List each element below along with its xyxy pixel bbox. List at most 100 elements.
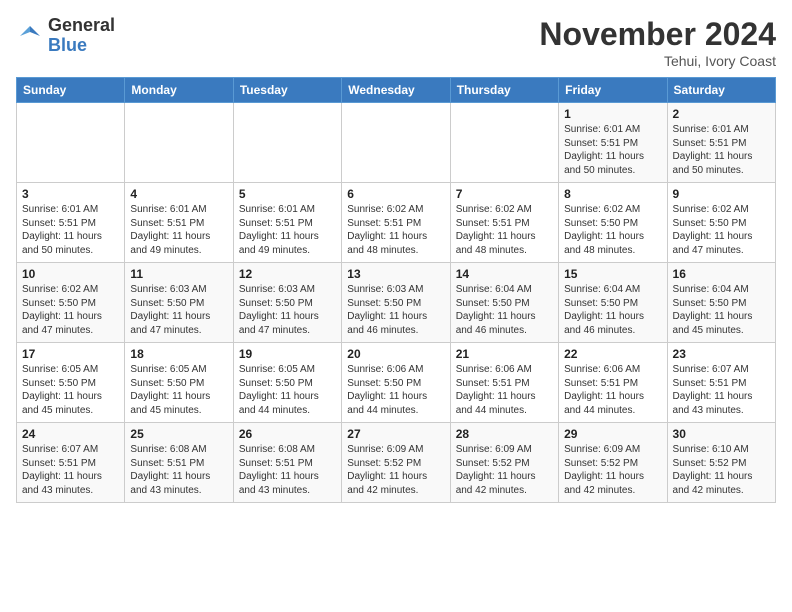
calendar-day-cell: 27 Sunrise: 6:09 AM Sunset: 5:52 PM Dayli… (342, 423, 450, 503)
calendar-day-cell (17, 103, 125, 183)
day-info: Sunrise: 6:02 AM Sunset: 5:50 PM Dayligh… (22, 283, 119, 337)
calendar-day-cell: 11 Sunrise: 6:03 AM Sunset: 5:50 PM Dayli… (125, 263, 233, 343)
calendar-day-cell (125, 103, 233, 183)
day-info: Sunrise: 6:03 AM Sunset: 5:50 PM Dayligh… (347, 283, 444, 337)
day-number: 21 (456, 347, 553, 361)
day-number: 25 (130, 427, 227, 441)
day-number: 16 (673, 267, 770, 281)
logo-icon (16, 22, 44, 50)
day-number: 4 (130, 187, 227, 201)
calendar-day-cell: 16 Sunrise: 6:04 AM Sunset: 5:50 PM Dayli… (667, 263, 775, 343)
day-info: Sunrise: 6:08 AM Sunset: 5:51 PM Dayligh… (239, 443, 336, 497)
calendar-week-row: 17Sunrise: 6:05 AM Sunset: 5:50 PM Dayli… (17, 343, 776, 423)
title-block: November 2024 Tehui, Ivory Coast (539, 16, 776, 69)
calendar-day-cell: 29 Sunrise: 6:09 AM Sunset: 5:52 PM Dayli… (559, 423, 667, 503)
calendar-day-cell: 26 Sunrise: 6:08 AM Sunset: 5:51 PM Dayli… (233, 423, 341, 503)
day-info: Sunrise: 6:06 AM Sunset: 5:51 PM Dayligh… (564, 363, 661, 417)
logo: General Blue (16, 16, 115, 56)
day-info: Sunrise: 6:01 AM Sunset: 5:51 PM Dayligh… (130, 203, 227, 257)
day-info: Sunrise: 6:01 AM Sunset: 5:51 PM Dayligh… (239, 203, 336, 257)
calendar-day-cell: 5 Sunrise: 6:01 AM Sunset: 5:51 PM Daylig… (233, 183, 341, 263)
calendar-day-cell (342, 103, 450, 183)
calendar-week-row: 3 Sunrise: 6:01 AM Sunset: 5:51 PM Daylig… (17, 183, 776, 263)
location: Tehui, Ivory Coast (539, 53, 776, 69)
day-info: Sunrise: 6:06 AM Sunset: 5:50 PM Dayligh… (347, 363, 444, 417)
calendar-day-cell: 28Sunrise: 6:09 AM Sunset: 5:52 PM Dayli… (450, 423, 558, 503)
day-number: 9 (673, 187, 770, 201)
calendar-day-cell: 8 Sunrise: 6:02 AM Sunset: 5:50 PM Daylig… (559, 183, 667, 263)
day-info: Sunrise: 6:02 AM Sunset: 5:50 PM Dayligh… (564, 203, 661, 257)
day-number: 24 (22, 427, 119, 441)
day-number: 3 (22, 187, 119, 201)
day-info: Sunrise: 6:03 AM Sunset: 5:50 PM Dayligh… (239, 283, 336, 337)
day-info: Sunrise: 6:02 AM Sunset: 5:51 PM Dayligh… (456, 203, 553, 257)
calendar-day-cell: 1 Sunrise: 6:01 AM Sunset: 5:51 PM Daylig… (559, 103, 667, 183)
weekday-header: Thursday (450, 78, 558, 103)
day-info: Sunrise: 6:02 AM Sunset: 5:50 PM Dayligh… (673, 203, 770, 257)
day-info: Sunrise: 6:01 AM Sunset: 5:51 PM Dayligh… (564, 123, 661, 177)
calendar-day-cell: 19 Sunrise: 6:05 AM Sunset: 5:50 PM Dayli… (233, 343, 341, 423)
logo-general: General (48, 16, 115, 36)
calendar-day-cell: 18 Sunrise: 6:05 AM Sunset: 5:50 PM Dayli… (125, 343, 233, 423)
calendar-day-cell: 17Sunrise: 6:05 AM Sunset: 5:50 PM Dayli… (17, 343, 125, 423)
day-info: Sunrise: 6:04 AM Sunset: 5:50 PM Dayligh… (673, 283, 770, 337)
logo-text: General Blue (48, 16, 115, 56)
calendar-day-cell: 21 Sunrise: 6:06 AM Sunset: 5:51 PM Dayli… (450, 343, 558, 423)
day-number: 5 (239, 187, 336, 201)
weekday-header: Sunday (17, 78, 125, 103)
day-number: 30 (673, 427, 770, 441)
calendar-day-cell: 20 Sunrise: 6:06 AM Sunset: 5:50 PM Dayli… (342, 343, 450, 423)
day-number: 12 (239, 267, 336, 281)
day-number: 29 (564, 427, 661, 441)
day-info: Sunrise: 6:09 AM Sunset: 5:52 PM Dayligh… (347, 443, 444, 497)
weekday-header: Monday (125, 78, 233, 103)
day-info: Sunrise: 6:05 AM Sunset: 5:50 PM Dayligh… (239, 363, 336, 417)
weekday-header: Saturday (667, 78, 775, 103)
calendar-day-cell: 4 Sunrise: 6:01 AM Sunset: 5:51 PM Daylig… (125, 183, 233, 263)
calendar-day-cell: 12 Sunrise: 6:03 AM Sunset: 5:50 PM Dayli… (233, 263, 341, 343)
day-info: Sunrise: 6:01 AM Sunset: 5:51 PM Dayligh… (673, 123, 770, 177)
calendar-day-cell (233, 103, 341, 183)
day-number: 19 (239, 347, 336, 361)
day-number: 22 (564, 347, 661, 361)
calendar-day-cell: 22 Sunrise: 6:06 AM Sunset: 5:51 PM Dayli… (559, 343, 667, 423)
day-number: 23 (673, 347, 770, 361)
day-number: 8 (564, 187, 661, 201)
day-number: 10 (22, 267, 119, 281)
weekday-header: Wednesday (342, 78, 450, 103)
calendar-week-row: 10 Sunrise: 6:02 AM Sunset: 5:50 PM Dayli… (17, 263, 776, 343)
day-number: 2 (673, 107, 770, 121)
day-number: 18 (130, 347, 227, 361)
calendar-day-cell: 14Sunrise: 6:04 AM Sunset: 5:50 PM Dayli… (450, 263, 558, 343)
calendar-day-cell: 15Sunrise: 6:04 AM Sunset: 5:50 PM Dayli… (559, 263, 667, 343)
day-number: 7 (456, 187, 553, 201)
calendar-day-cell: 9 Sunrise: 6:02 AM Sunset: 5:50 PM Daylig… (667, 183, 775, 263)
day-number: 1 (564, 107, 661, 121)
calendar-day-cell (450, 103, 558, 183)
month-title: November 2024 (539, 16, 776, 53)
calendar-day-cell: 3 Sunrise: 6:01 AM Sunset: 5:51 PM Daylig… (17, 183, 125, 263)
day-info: Sunrise: 6:10 AM Sunset: 5:52 PM Dayligh… (673, 443, 770, 497)
day-info: Sunrise: 6:05 AM Sunset: 5:50 PM Dayligh… (130, 363, 227, 417)
calendar-day-cell: 10 Sunrise: 6:02 AM Sunset: 5:50 PM Dayli… (17, 263, 125, 343)
day-info: Sunrise: 6:06 AM Sunset: 5:51 PM Dayligh… (456, 363, 553, 417)
day-info: Sunrise: 6:09 AM Sunset: 5:52 PM Dayligh… (456, 443, 553, 497)
calendar-week-row: 24Sunrise: 6:07 AM Sunset: 5:51 PM Dayli… (17, 423, 776, 503)
day-number: 27 (347, 427, 444, 441)
calendar-day-cell: 30 Sunrise: 6:10 AM Sunset: 5:52 PM Dayli… (667, 423, 775, 503)
calendar-day-cell: 2 Sunrise: 6:01 AM Sunset: 5:51 PM Daylig… (667, 103, 775, 183)
weekday-header: Tuesday (233, 78, 341, 103)
calendar-day-cell: 23Sunrise: 6:07 AM Sunset: 5:51 PM Dayli… (667, 343, 775, 423)
page-header: General Blue November 2024 Tehui, Ivory … (16, 16, 776, 69)
calendar-day-cell: 25Sunrise: 6:08 AM Sunset: 5:51 PM Dayli… (125, 423, 233, 503)
day-info: Sunrise: 6:09 AM Sunset: 5:52 PM Dayligh… (564, 443, 661, 497)
day-info: Sunrise: 6:04 AM Sunset: 5:50 PM Dayligh… (564, 283, 661, 337)
calendar-day-cell: 7 Sunrise: 6:02 AM Sunset: 5:51 PM Daylig… (450, 183, 558, 263)
day-info: Sunrise: 6:03 AM Sunset: 5:50 PM Dayligh… (130, 283, 227, 337)
weekday-header: Friday (559, 78, 667, 103)
day-info: Sunrise: 6:01 AM Sunset: 5:51 PM Dayligh… (22, 203, 119, 257)
day-number: 11 (130, 267, 227, 281)
day-number: 14 (456, 267, 553, 281)
day-number: 20 (347, 347, 444, 361)
day-number: 26 (239, 427, 336, 441)
